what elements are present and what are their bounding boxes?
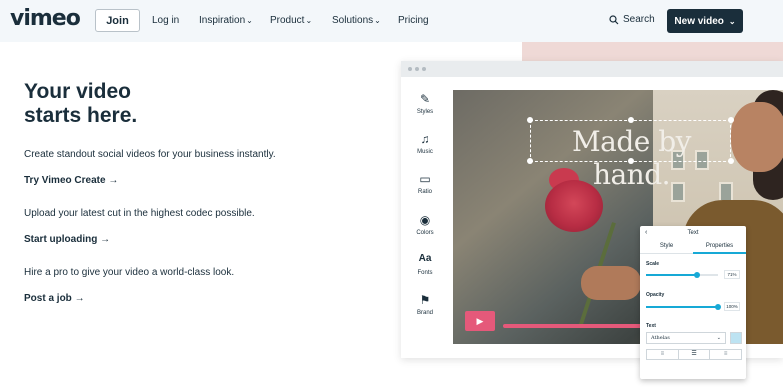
text-label: Text [646,323,656,329]
tool-music-label: Music [417,149,433,155]
new-video-button[interactable]: New video ⌄ [667,9,743,33]
resize-handle[interactable] [628,158,634,164]
align-center-icon[interactable]: ☰ [679,350,711,359]
top-navigation: vimeo Join Log in Inspiration⌄ Product⌄ … [0,0,783,42]
text-color-swatch[interactable] [730,332,742,344]
start-uploading-label: Start uploading [24,234,98,245]
tool-styles[interactable]: ✎ Styles [401,92,449,115]
hand [581,266,641,300]
play-icon: ▶ [476,315,484,326]
nav-product[interactable]: Product⌄ [270,15,312,26]
align-left-icon[interactable]: ≡ [647,350,679,359]
search-button[interactable]: Search [609,14,655,25]
chevron-down-icon: ⌄ [728,16,736,26]
upload-description: Upload your latest cut in the highest co… [24,208,255,219]
arrow-right-icon: → [100,234,111,245]
tool-ratio-label: Ratio [417,189,432,195]
nav-pricing[interactable]: Pricing [398,15,429,26]
scale-slider-fill [646,274,698,276]
search-icon [609,14,619,24]
nav-inspiration-label: Inspiration [199,15,246,26]
arrow-right-icon: → [74,293,85,304]
post-a-job-label: Post a job [24,293,72,304]
resize-handle[interactable] [728,158,734,164]
chevron-down-icon: ⌄ [374,16,381,25]
chevron-down-icon: ⌄ [246,16,253,25]
resize-handle[interactable] [527,117,533,123]
opacity-slider-knob[interactable] [715,304,721,310]
font-icon: Aa [418,253,432,264]
resize-handle[interactable] [728,117,734,123]
window-titlebar [401,61,783,77]
post-a-job-link[interactable]: Post a job → [24,293,85,304]
join-button[interactable]: Join [95,9,140,32]
opacity-value[interactable]: 100% [724,302,740,311]
play-button[interactable]: ▶ [465,311,495,331]
arrow-right-icon: → [108,175,119,186]
hero-title: Your video starts here. [24,80,137,128]
text-align-group: ≡ ☰ ≡ [646,349,742,360]
panel-tabs: Style Properties [640,240,746,254]
search-label: Search [623,14,655,25]
tool-colors[interactable]: ◉ Colors [401,213,449,236]
background-photo-strip [522,42,783,61]
nav-solutions-label: Solutions [332,15,374,26]
hero-title-line-2: starts here. [24,104,138,127]
scale-label: Scale [646,261,660,267]
window-dot [408,67,412,71]
hero-title-line-1: Your video [24,80,131,103]
login-link[interactable]: Log in [152,15,179,26]
try-vimeo-create-label: Try Vimeo Create [24,175,106,186]
timeline-track[interactable] [503,324,643,328]
hire-description: Hire a pro to give your video a world-cl… [24,267,235,278]
try-vimeo-create-link[interactable]: Try Vimeo Create → [24,175,118,186]
tool-colors-label: Colors [416,230,434,236]
music-note-icon: ♫ [420,132,430,146]
chevron-down-icon: ⌄ [716,335,721,341]
align-right-icon[interactable]: ≡ [710,350,741,359]
window-dot [422,67,426,71]
font-select-value: Athelas [651,335,670,341]
tool-ratio[interactable]: ▭ Ratio [401,172,449,195]
vimeo-logo[interactable]: vimeo [10,6,81,31]
start-uploading-link[interactable]: Start uploading → [24,234,110,245]
new-video-label: New video [674,15,724,27]
chevron-down-icon: ⌄ [305,16,313,25]
tool-brand[interactable]: ⚑ Brand [401,293,449,316]
opacity-slider[interactable] [646,304,721,310]
nav-product-label: Product [270,15,305,26]
opacity-label: Opacity [646,292,665,298]
tab-properties[interactable]: Properties [693,243,746,254]
ratio-icon: ▭ [419,172,431,186]
nav-inspiration[interactable]: Inspiration⌄ [199,15,253,26]
create-description: Create standout social videos for your b… [24,149,276,160]
resize-handle[interactable] [628,117,634,123]
scale-value[interactable]: 71% [724,270,740,279]
person-head [731,102,783,172]
tab-style[interactable]: Style [640,243,693,249]
panel-title: Text [687,230,699,236]
text-overlay-box[interactable]: Made by hand. [527,117,734,191]
opacity-slider-fill [646,306,718,308]
tool-fonts-label: Fonts [417,270,433,276]
brand-icon: ⚑ [419,293,431,307]
tool-styles-label: Styles [416,109,434,115]
palette-icon: ◉ [419,213,431,227]
scale-slider-knob[interactable] [694,272,701,278]
font-select[interactable]: Athelas ⌄ [646,332,726,344]
tool-music[interactable]: ♫ Music [401,132,449,155]
nav-solutions[interactable]: Solutions⌄ [332,15,381,26]
resize-handle[interactable] [527,158,533,164]
scale-slider[interactable] [646,272,718,278]
tool-brand-label: Brand [416,310,433,316]
window-dot [415,67,419,71]
tool-fonts[interactable]: Aa Fonts [401,253,449,276]
text-properties-panel: ‹ Text Style Properties Scale 71% Opacit… [640,226,746,379]
magic-wand-icon: ✎ [419,92,431,106]
